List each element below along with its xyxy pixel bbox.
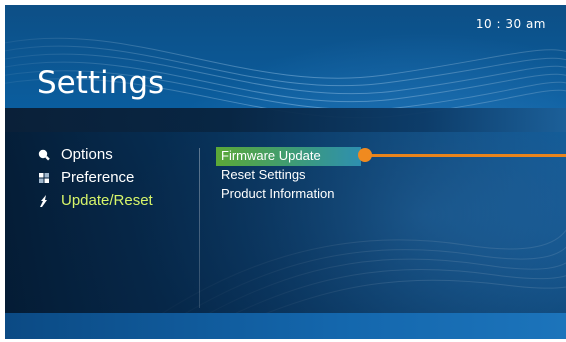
menu-item-preference[interactable]: Preference bbox=[37, 166, 153, 189]
category-menu: Options Preference Update/Reset bbox=[37, 143, 153, 212]
menu-item-options[interactable]: Options bbox=[37, 143, 153, 166]
magnifier-icon bbox=[37, 148, 51, 162]
settings-screen: 10 : 30 am Settings Options Preference U… bbox=[5, 5, 566, 339]
page-title: Settings bbox=[37, 65, 165, 101]
menu-item-label: Update/Reset bbox=[61, 192, 153, 209]
menu-item-label: Options bbox=[61, 146, 113, 163]
menu-item-update-reset[interactable]: Update/Reset bbox=[37, 189, 153, 212]
submenu-item-firmware-update[interactable]: Firmware Update bbox=[216, 147, 361, 166]
grid-icon bbox=[37, 171, 51, 185]
header-band bbox=[5, 108, 566, 132]
submenu-item-product-information[interactable]: Product Information bbox=[216, 185, 361, 204]
update-arrow-icon bbox=[37, 194, 51, 208]
menu-item-label: Preference bbox=[61, 169, 135, 186]
focus-indicator-dot bbox=[358, 148, 372, 162]
submenu-list: Firmware Update Reset Settings Product I… bbox=[216, 147, 361, 204]
focus-indicator-line bbox=[365, 154, 566, 157]
clock-display: 10 : 30 am bbox=[475, 17, 546, 31]
bottom-bar bbox=[5, 313, 566, 339]
menu-divider bbox=[199, 148, 200, 308]
submenu-item-reset-settings[interactable]: Reset Settings bbox=[216, 166, 361, 185]
